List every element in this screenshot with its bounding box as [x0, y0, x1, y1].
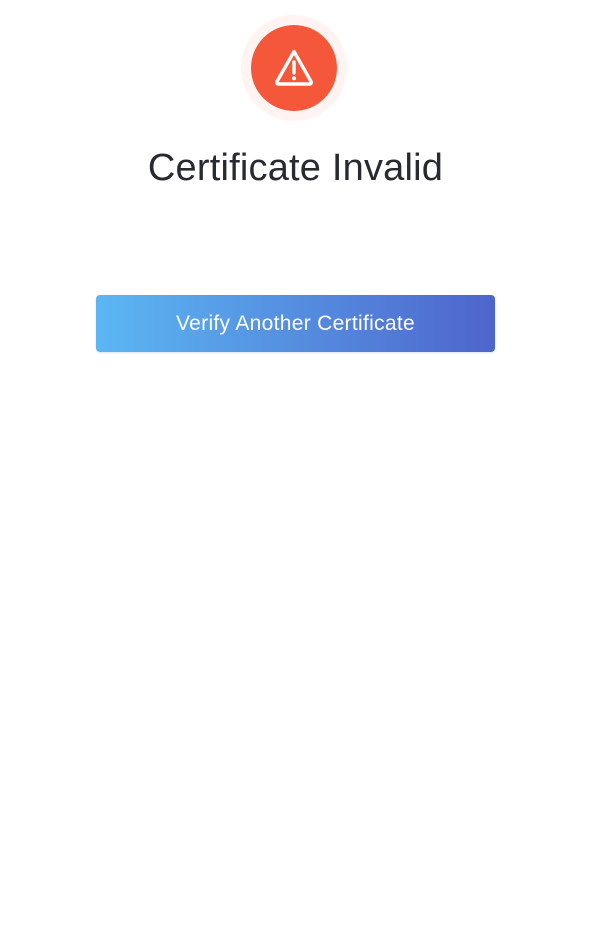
verify-another-certificate-label: Verify Another Certificate [176, 311, 415, 335]
warning-triangle-icon [275, 49, 313, 86]
page-title: Certificate Invalid [147, 147, 444, 189]
certificate-result-page: Certificate Invalid Verify Another Certi… [0, 0, 591, 933]
invalid-status-badge [251, 25, 337, 111]
verify-another-certificate-button[interactable]: Verify Another Certificate [96, 295, 495, 352]
